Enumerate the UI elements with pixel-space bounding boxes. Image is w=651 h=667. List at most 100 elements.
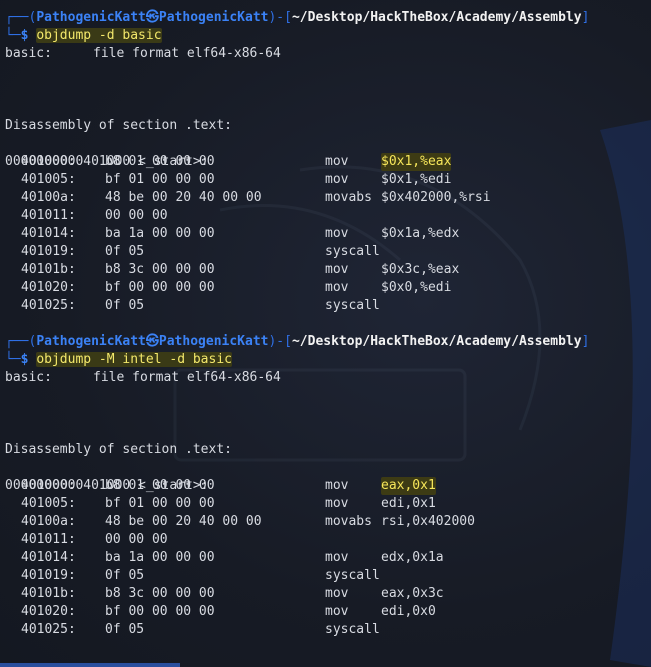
disassembly-row: 401011: 00 00 00 bbox=[0, 207, 651, 225]
instruction-bytes: bf 01 00 00 00 bbox=[105, 172, 215, 187]
disassembly-row: 401019: 0f 05 syscall bbox=[0, 567, 651, 585]
instruction-bytes: 0f 05 bbox=[105, 622, 145, 637]
instruction-operands: eax,0x1 bbox=[381, 477, 436, 495]
instruction-bytes: 48 be 00 20 40 00 00 bbox=[105, 190, 262, 205]
disassembly-row: 401025: 0f 05 syscall bbox=[0, 297, 651, 315]
instruction-address: 40101b: bbox=[21, 262, 76, 277]
disassembly-row: 40100a: 48 be 00 20 40 00 00 movabs $0x4020… bbox=[0, 189, 651, 207]
instruction-bytes: ba 1a 00 00 00 bbox=[105, 550, 215, 565]
instruction-mnemonic: mov bbox=[325, 154, 349, 169]
instruction-address: 401005: bbox=[21, 172, 76, 187]
instruction-mnemonic: mov bbox=[325, 262, 349, 277]
instruction-operands: rsi,0x402000 bbox=[381, 514, 475, 529]
instruction-address: 401011: bbox=[21, 532, 76, 547]
instruction-operands: eax,0x3c bbox=[381, 586, 444, 601]
file-format-label: basic: bbox=[5, 370, 52, 385]
instruction-operands: edx,0x1a bbox=[381, 550, 444, 565]
disassembly-table-intel: 401000: b8 01 00 00 00 mov eax,0x1 401005: bf… bbox=[0, 477, 651, 639]
instruction-bytes: 00 00 00 bbox=[105, 208, 168, 223]
prompt-line-top: ┌──(PathogenicKatt㉿PathogenicKatt)-[~/De… bbox=[0, 315, 651, 349]
disassembly-table-att: 401000: b8 01 00 00 00 mov $0x1,%eax 401005:… bbox=[0, 153, 651, 315]
instruction-operands: $0x1,%edi bbox=[381, 172, 452, 187]
instruction-mnemonic: mov bbox=[325, 586, 349, 601]
disassembly-row: 401025: 0f 05 syscall bbox=[0, 621, 651, 639]
instruction-address: 401005: bbox=[21, 496, 76, 511]
instruction-bytes: bf 00 00 00 00 bbox=[105, 280, 215, 295]
prompt-line-top: ┌──(PathogenicKatt㉿PathogenicKatt)-[~/De… bbox=[0, 0, 651, 25]
disassembly-row: 401014: ba 1a 00 00 00 mov edx,0x1a bbox=[0, 549, 651, 567]
prompt-line-command[interactable]: └─$ objdump -d basic bbox=[0, 9, 651, 43]
file-format-value: file format elf64-x86-64 bbox=[93, 370, 281, 385]
instruction-address: 401011: bbox=[21, 208, 76, 223]
instruction-mnemonic: mov bbox=[325, 280, 349, 295]
symbol-header: 0000000000401000 <_start>: bbox=[0, 135, 651, 169]
file-format-value: file format elf64-x86-64 bbox=[93, 46, 281, 61]
instruction-bytes: b8 3c 00 00 00 bbox=[105, 262, 215, 277]
section-header: Disassembly of section .text: bbox=[0, 423, 651, 457]
prompt-line-command[interactable]: └─$ objdump -M intel -d basic bbox=[0, 333, 651, 367]
disassembly-row: 401005: bf 01 00 00 00 mov edi,0x1 bbox=[0, 495, 651, 513]
instruction-mnemonic: movabs bbox=[325, 190, 372, 205]
instruction-mnemonic: mov bbox=[325, 478, 349, 493]
section-header: Disassembly of section .text: bbox=[0, 99, 651, 133]
instruction-mnemonic: syscall bbox=[325, 244, 380, 259]
instruction-address: 401000: bbox=[21, 478, 76, 493]
terminal-output: ┌──(PathogenicKatt㉿PathogenicKatt)-[~/De… bbox=[0, 0, 651, 639]
disassembly-row: 401005: bf 01 00 00 00 mov $0x1,%edi bbox=[0, 171, 651, 189]
instruction-bytes: 48 be 00 20 40 00 00 bbox=[105, 514, 262, 529]
instruction-address: 401019: bbox=[21, 244, 76, 259]
disassembly-row: 401019: 0f 05 syscall bbox=[0, 243, 651, 261]
instruction-operands: $0x1a,%edx bbox=[381, 226, 460, 241]
disassembly-row: 401020: bf 00 00 00 00 mov edi,0x0 bbox=[0, 603, 651, 621]
instruction-bytes: b8 3c 00 00 00 bbox=[105, 586, 215, 601]
instruction-bytes: bf 01 00 00 00 bbox=[105, 496, 215, 511]
disassembly-row: 401014: ba 1a 00 00 00 mov $0x1a,%edx bbox=[0, 225, 651, 243]
file-format-label: basic: bbox=[5, 46, 52, 61]
instruction-bytes: bf 00 00 00 00 bbox=[105, 604, 215, 619]
instruction-address: 401020: bbox=[21, 604, 76, 619]
instruction-mnemonic: movabs bbox=[325, 514, 372, 529]
disassembly-row: 40101b: b8 3c 00 00 00 mov eax,0x3c bbox=[0, 585, 651, 603]
instruction-mnemonic: mov bbox=[325, 226, 349, 241]
instruction-address: 401020: bbox=[21, 280, 76, 295]
symbol-header: 0000000000401000 <_start>: bbox=[0, 459, 651, 493]
instruction-bytes: 0f 05 bbox=[105, 244, 145, 259]
instruction-operands: $0x402000,%rsi bbox=[381, 190, 491, 205]
instruction-bytes: 0f 05 bbox=[105, 298, 145, 313]
instruction-address: 401019: bbox=[21, 568, 76, 583]
file-format-line: basic: file format elf64-x86-64 bbox=[0, 45, 651, 63]
instruction-mnemonic: syscall bbox=[325, 622, 380, 637]
instruction-address: 40101b: bbox=[21, 586, 76, 601]
instruction-address: 401000: bbox=[21, 154, 76, 169]
instruction-address: 401025: bbox=[21, 298, 76, 313]
instruction-mnemonic: mov bbox=[325, 550, 349, 565]
disassembly-row: 40100a: 48 be 00 20 40 00 00 movabs rsi,0x4… bbox=[0, 513, 651, 531]
instruction-mnemonic: syscall bbox=[325, 298, 380, 313]
instruction-bytes: b8 01 00 00 00 bbox=[105, 478, 215, 493]
taskbar-edge bbox=[0, 663, 180, 667]
instruction-mnemonic: syscall bbox=[325, 568, 380, 583]
instruction-operands: $0x0,%edi bbox=[381, 280, 452, 295]
instruction-bytes: ba 1a 00 00 00 bbox=[105, 226, 215, 241]
instruction-address: 401014: bbox=[21, 226, 76, 241]
instruction-address: 401025: bbox=[21, 622, 76, 637]
disassembly-row: 401020: bf 00 00 00 00 mov $0x0,%edi bbox=[0, 279, 651, 297]
instruction-mnemonic: mov bbox=[325, 604, 349, 619]
instruction-operands: $0x3c,%eax bbox=[381, 262, 460, 277]
disassembly-row: 40101b: b8 3c 00 00 00 mov $0x3c,%eax bbox=[0, 261, 651, 279]
instruction-operands: $0x1,%eax bbox=[381, 153, 452, 171]
disassembly-row: 401011: 00 00 00 bbox=[0, 531, 651, 549]
instruction-operands: edi,0x0 bbox=[381, 604, 436, 619]
terminal-window[interactable]: ┌──(PathogenicKatt㉿PathogenicKatt)-[~/De… bbox=[0, 0, 651, 667]
disassembly-row: 401000: b8 01 00 00 00 mov $0x1,%eax bbox=[0, 153, 651, 171]
instruction-address: 40100a: bbox=[21, 190, 76, 205]
instruction-bytes: 00 00 00 bbox=[105, 532, 168, 547]
